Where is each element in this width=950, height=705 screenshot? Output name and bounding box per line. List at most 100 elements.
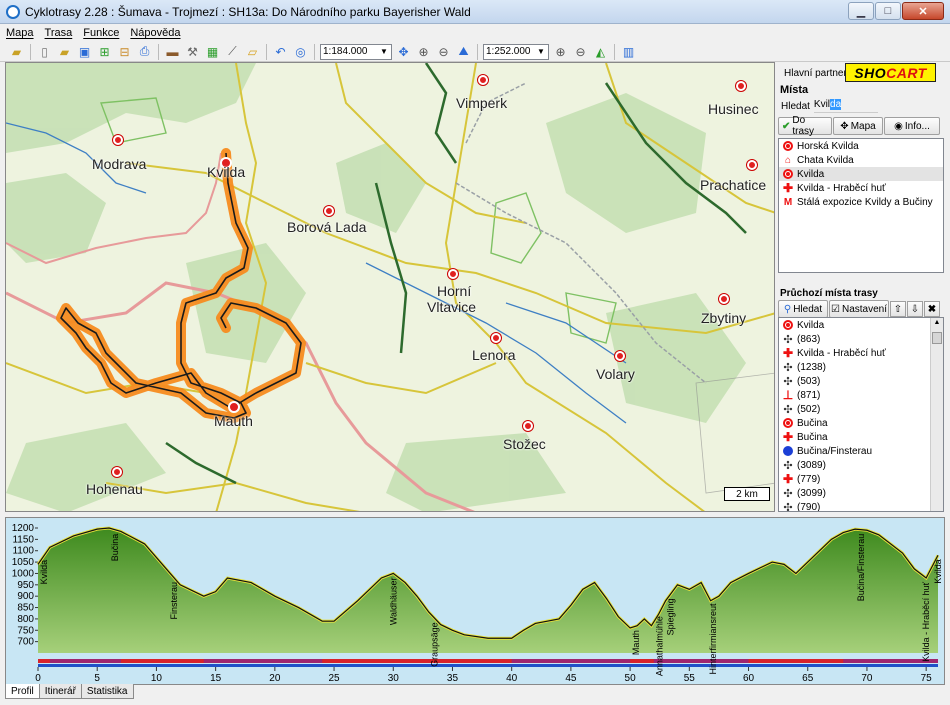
zoom-in-icon[interactable]: ⊕: [552, 43, 569, 60]
show-on-map-button[interactable]: ✥ Mapa: [833, 117, 883, 135]
move-down-button[interactable]: ⇩: [907, 301, 923, 317]
list-item[interactable]: M Stálá expozice Kvildy a Bučiny: [779, 195, 943, 209]
town-marker-lenora[interactable]: [491, 333, 501, 343]
scroll-up-icon[interactable]: ▲: [932, 319, 942, 330]
tab-profile[interactable]: Profil: [5, 684, 40, 699]
profile-icon[interactable]: ◭: [592, 43, 609, 60]
menu-help[interactable]: Nápověda: [130, 27, 180, 39]
minimize-button[interactable]: ▁: [848, 2, 874, 20]
shocart-logo[interactable]: SHO CART: [845, 63, 936, 82]
town-marker-hohenau[interactable]: [112, 467, 122, 477]
trace-scrollbar[interactable]: ▲: [930, 318, 943, 511]
list-item[interactable]: ⌂ Chata Kvilda: [779, 153, 943, 167]
town-marker-prachatice[interactable]: [747, 160, 757, 170]
town-label[interactable]: Horní: [437, 283, 471, 299]
search-input[interactable]: Kvilda: [813, 99, 878, 113]
book-icon[interactable]: ▬: [164, 43, 181, 60]
list-item[interactable]: Bučina: [779, 416, 943, 430]
terrain-icon[interactable]: ⛰: [455, 43, 472, 60]
town-marker-zbytiny[interactable]: [719, 294, 729, 304]
trace-list[interactable]: ▲ Kvilda ✣ (863) ✚ Kvilda - Hraběcí huť ✣(…: [778, 317, 944, 512]
list-item[interactable]: ✚ Bučina: [779, 430, 943, 444]
zoom-in-icon[interactable]: ⊕: [415, 43, 432, 60]
town-label[interactable]: Mauth: [214, 413, 253, 429]
scroll-thumb[interactable]: [932, 332, 942, 344]
list-item[interactable]: ✚ Kvilda - Hraběcí huť: [779, 346, 943, 360]
list-item[interactable]: ✣ (3099): [779, 486, 943, 500]
save-icon[interactable]: ▣: [76, 43, 93, 60]
elevation-profile[interactable]: 700 750 800 850 900 950 1000 1050 1100 1150 1200 0 5…: [5, 517, 945, 685]
waypoint-label: Annathalmühle: [655, 616, 665, 676]
open-file-icon[interactable]: ▰: [56, 43, 73, 60]
undo-icon[interactable]: ↶: [272, 43, 289, 60]
close-button[interactable]: ✕: [902, 2, 944, 20]
button-label: Info...: [904, 120, 930, 132]
tab-statistics[interactable]: Statistika: [80, 684, 134, 699]
delete-button[interactable]: ✖: [924, 301, 940, 317]
list-item[interactable]: Bučina/Finsterau: [779, 444, 943, 458]
places-actions: ✔ Do trasy ✥ Mapa ◉ Info...: [778, 115, 940, 137]
town-label[interactable]: Volary: [596, 366, 635, 382]
trace-search-button[interactable]: ⚲ Hledat: [778, 300, 828, 318]
print-icon[interactable]: ⎙: [136, 43, 153, 60]
town-marker-horni-vltavice[interactable]: [448, 269, 458, 279]
info-button[interactable]: ◉ Info...: [884, 117, 940, 135]
open-folder-icon[interactable]: ▰: [8, 43, 25, 60]
add-to-route-button[interactable]: ✔ Do trasy: [778, 115, 832, 137]
town-marker-modrava[interactable]: [113, 135, 123, 145]
menu-route[interactable]: Trasa: [45, 27, 73, 39]
move-up-button[interactable]: ⇧: [890, 301, 906, 317]
town-label[interactable]: Modrava: [92, 156, 146, 172]
town-label[interactable]: Zbytiny: [701, 310, 746, 326]
export-icon[interactable]: ⊟: [116, 43, 133, 60]
help-book-icon[interactable]: ▥: [620, 43, 637, 60]
menu-bar: Mapa Trasa Funkce Nápověda: [0, 24, 950, 42]
town-marker-stozec[interactable]: [523, 421, 533, 431]
menu-map[interactable]: Mapa: [6, 27, 34, 39]
tab-itinerary[interactable]: Itinerář: [38, 684, 82, 699]
profile-scale-select[interactable]: 1:252.000 ▼: [483, 43, 549, 60]
list-item[interactable]: ✣ (863): [779, 332, 943, 346]
town-marker-volary[interactable]: [615, 351, 625, 361]
new-file-icon[interactable]: ▯: [36, 43, 53, 60]
map-view[interactable]: Vimperk Husinec Modrava Kvilda Prachatic…: [5, 62, 775, 512]
town-label[interactable]: Prachatice: [700, 177, 766, 193]
menu-functions[interactable]: Funkce: [83, 27, 119, 39]
list-item[interactable]: Kvilda: [779, 167, 943, 181]
list-item[interactable]: ✣ (3089): [779, 458, 943, 472]
list-item[interactable]: ✣ (790): [779, 500, 943, 512]
list-item[interactable]: Horská Kvilda: [779, 139, 943, 153]
tools-icon[interactable]: ⚒: [184, 43, 201, 60]
town-label[interactable]: Vimperk: [456, 95, 507, 111]
town-label[interactable]: Husinec: [708, 101, 759, 117]
places-list[interactable]: Horská Kvilda ⌂ Chata Kvilda Kvilda ✚ Kvil…: [778, 138, 944, 273]
zoom-out-icon[interactable]: ⊖: [572, 43, 589, 60]
town-label[interactable]: Stožec: [503, 436, 546, 452]
list-item[interactable]: ✚ Kvilda - Hraběcí huť: [779, 181, 943, 195]
grid-icon[interactable]: ▦: [204, 43, 221, 60]
town-label[interactable]: Vltavice: [427, 299, 476, 315]
maximize-button[interactable]: □: [875, 2, 901, 20]
town-label[interactable]: Kvilda: [207, 164, 245, 180]
refresh-icon[interactable]: ◎: [292, 43, 309, 60]
list-item[interactable]: Kvilda: [779, 318, 943, 332]
trace-settings-button[interactable]: ☑ Nastavení: [829, 300, 889, 318]
ruler-icon[interactable]: ▱: [244, 43, 261, 60]
zoom-out-icon[interactable]: ⊖: [435, 43, 452, 60]
town-marker-vimperk[interactable]: [478, 75, 488, 85]
list-item[interactable]: ⊥ (871): [779, 388, 943, 402]
town-label[interactable]: Lenora: [472, 347, 516, 363]
measure-icon[interactable]: ⟋: [224, 43, 241, 60]
pan-icon[interactable]: ✥: [395, 43, 412, 60]
list-item[interactable]: ✚ (779): [779, 472, 943, 486]
list-item[interactable]: ✣ (1238): [779, 360, 943, 374]
town-marker-borova-lada[interactable]: [324, 206, 334, 216]
town-label[interactable]: Hohenau: [86, 481, 143, 497]
map-scale-select[interactable]: 1:184.000 ▼: [320, 43, 392, 60]
list-item[interactable]: ✣ (502): [779, 402, 943, 416]
import-icon[interactable]: ⊞: [96, 43, 113, 60]
town-marker-husinec[interactable]: [736, 81, 746, 91]
list-item[interactable]: ✣ (503): [779, 374, 943, 388]
town-label[interactable]: Borová Lada: [287, 219, 366, 235]
y-tick-label: 900: [17, 591, 34, 602]
